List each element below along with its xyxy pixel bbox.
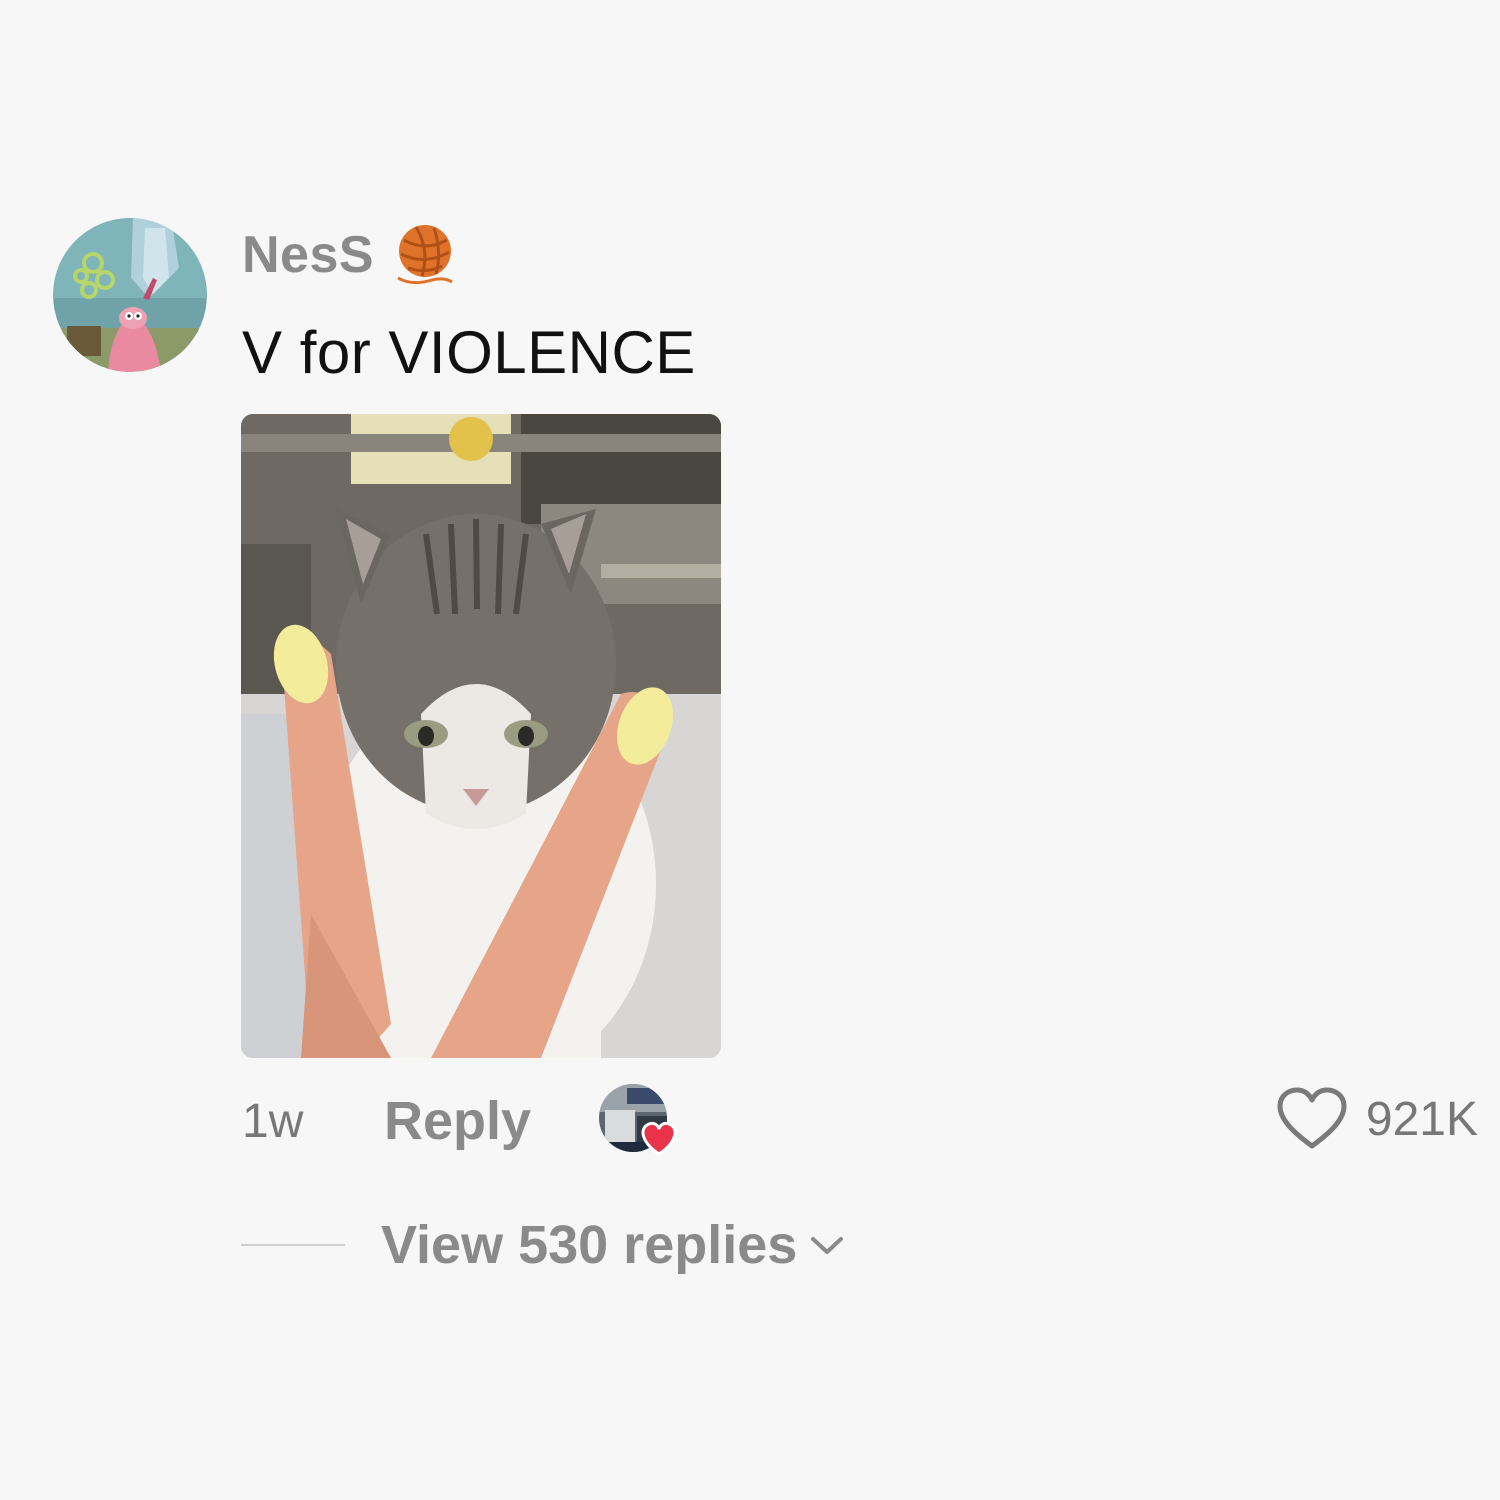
comment-actions: 1w Reply 921K: [242, 1082, 1482, 1162]
heart-outline-icon: [1277, 1087, 1347, 1149]
like-count: 921K: [1365, 1092, 1478, 1146]
avatar-image: [53, 218, 207, 372]
comment-text: V for VIOLENCE: [242, 319, 696, 386]
like-button[interactable]: 921K: [1276, 1086, 1478, 1152]
comment-image[interactable]: [241, 414, 721, 1058]
username[interactable]: NesS: [242, 225, 374, 285]
view-replies-row: View 530 replies: [241, 1210, 845, 1280]
username-row: NesS: [242, 222, 458, 288]
chevron-down-icon: [811, 1237, 844, 1254]
comment-item: NesS V for VIOLENCE 1w Reply 921K View 5…: [0, 0, 1500, 1500]
cat-photo-image: [241, 414, 721, 1058]
reply-button[interactable]: Reply: [384, 1090, 531, 1152]
yarn-ball-icon: [397, 225, 453, 285]
replies-divider: [241, 1244, 345, 1246]
creator-liked-icon: [599, 1084, 677, 1156]
view-replies-label: View 530 replies: [381, 1215, 798, 1275]
user-avatar[interactable]: [53, 218, 207, 372]
view-replies-button[interactable]: View 530 replies: [381, 1214, 845, 1276]
timestamp: 1w: [242, 1095, 304, 1148]
